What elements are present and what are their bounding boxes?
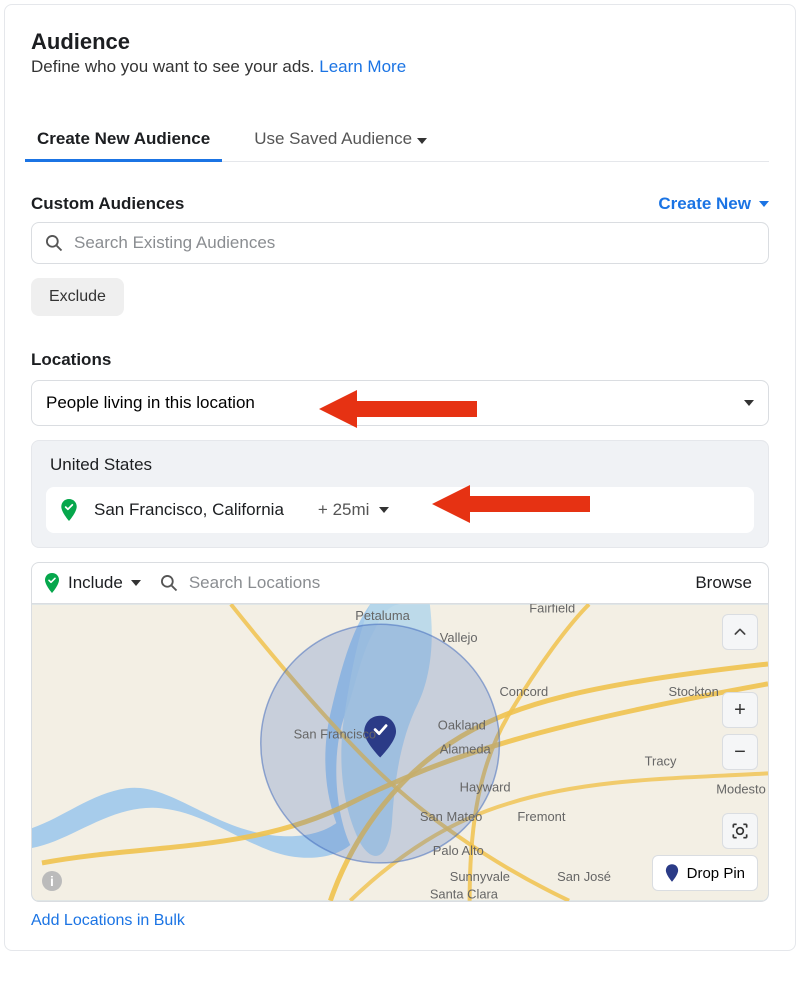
svg-text:Fairfield: Fairfield (529, 604, 575, 615)
search-audiences-input[interactable] (74, 233, 756, 253)
chevron-up-icon (732, 624, 748, 640)
drop-pin-button[interactable]: Drop Pin (652, 855, 758, 891)
zoom-out-button[interactable]: − (722, 734, 758, 770)
tab-use-saved-audience[interactable]: Use Saved Audience (248, 119, 433, 161)
pin-icon (60, 499, 78, 521)
svg-text:Hayward: Hayward (460, 779, 511, 794)
add-locations-bulk-link[interactable]: Add Locations in Bulk (31, 912, 769, 930)
svg-text:Vallejo: Vallejo (440, 630, 478, 645)
search-locations-row: Include Browse (31, 562, 769, 604)
svg-text:Santa Clara: Santa Clara (430, 887, 499, 901)
zoom-in-button[interactable]: + (722, 692, 758, 728)
chevron-down-icon (417, 138, 427, 144)
pin-icon (665, 864, 679, 882)
selected-locations-panel: United States San Francisco, California … (31, 440, 769, 548)
create-new-audience-link[interactable]: Create New (658, 194, 769, 214)
svg-text:Fremont: Fremont (517, 809, 565, 824)
search-locations-input[interactable] (189, 573, 685, 593)
map-collapse-button[interactable] (722, 614, 758, 650)
map[interactable]: Petaluma Fairfield Vallejo Concord Stock… (31, 604, 769, 902)
country-label: United States (46, 455, 754, 475)
location-type-dropdown[interactable]: People living in this location (31, 380, 769, 426)
exclude-button[interactable]: Exclude (31, 278, 124, 316)
chevron-down-icon (131, 580, 141, 586)
map-controls: + − (722, 614, 758, 770)
svg-text:Oakland: Oakland (438, 718, 486, 733)
tab-create-new-audience[interactable]: Create New Audience (31, 119, 216, 161)
selected-city-row[interactable]: San Francisco, California + 25mi (46, 487, 754, 533)
recenter-button[interactable] (722, 813, 758, 849)
custom-audiences-label: Custom Audiences (31, 194, 184, 214)
tabs: Create New Audience Use Saved Audience (31, 119, 769, 162)
include-dropdown[interactable]: Include (44, 573, 141, 593)
chevron-down-icon (379, 507, 389, 513)
crosshair-icon (730, 821, 750, 841)
learn-more-link[interactable]: Learn More (319, 57, 406, 76)
page-subtitle: Define who you want to see your ads. Lea… (31, 57, 769, 77)
svg-text:Alameda: Alameda (440, 741, 492, 756)
svg-text:San José: San José (557, 869, 611, 884)
svg-text:Stockton: Stockton (669, 684, 719, 699)
search-icon (159, 573, 179, 593)
svg-text:Concord: Concord (499, 684, 548, 699)
chevron-down-icon (759, 201, 769, 207)
search-audiences-box[interactable] (31, 222, 769, 264)
city-name: San Francisco, California (94, 500, 284, 520)
browse-link[interactable]: Browse (695, 573, 756, 593)
svg-text:Modesto: Modesto (716, 781, 766, 796)
svg-text:Sunnyvale: Sunnyvale (450, 869, 510, 884)
svg-text:Palo Alto: Palo Alto (433, 843, 484, 858)
search-icon (44, 233, 64, 253)
locations-label: Locations (31, 350, 769, 370)
minus-icon: − (734, 741, 746, 764)
chevron-down-icon (744, 400, 754, 406)
radius-selector[interactable]: + 25mi (318, 500, 390, 520)
svg-text:San Mateo: San Mateo (420, 809, 482, 824)
info-icon[interactable]: i (42, 871, 62, 891)
svg-text:Petaluma: Petaluma (355, 608, 410, 623)
svg-text:Tracy: Tracy (645, 753, 677, 768)
pin-icon (44, 573, 60, 593)
plus-icon: + (734, 699, 746, 722)
page-title: Audience (31, 29, 769, 55)
svg-text:San Francisco: San Francisco (294, 727, 377, 742)
